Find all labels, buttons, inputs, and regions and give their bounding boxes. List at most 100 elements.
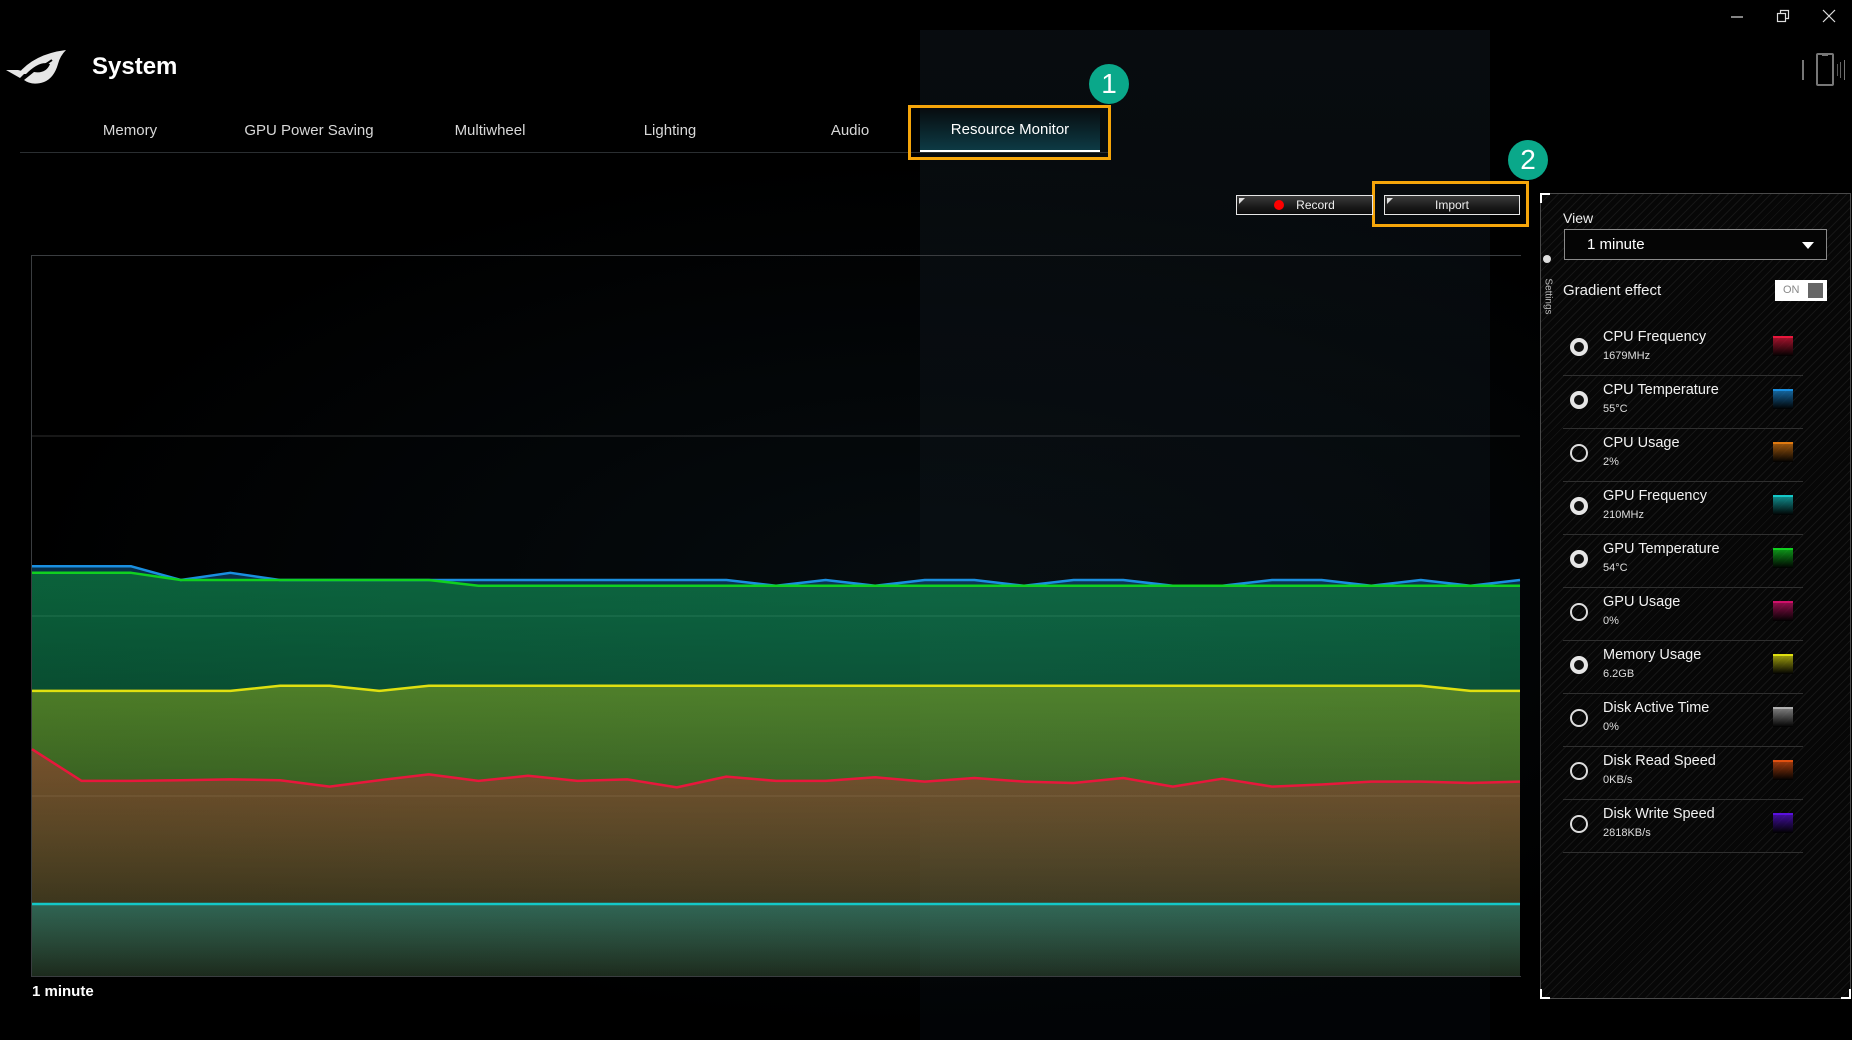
metric-item-cpu-usage[interactable]: CPU Usage 2% (1563, 429, 1803, 482)
metric-item-cpu-temperature[interactable]: CPU Temperature 55°C (1563, 376, 1803, 429)
metric-color-swatch[interactable] (1773, 389, 1793, 409)
panel-corner (1540, 989, 1550, 999)
minimize-icon (1731, 16, 1743, 18)
metric-item-memory-usage[interactable]: Memory Usage 6.2GB (1563, 641, 1803, 694)
tab-label: Resource Monitor (950, 120, 1070, 138)
tab-resource-monitor[interactable]: Resource Monitor (920, 108, 1100, 152)
view-dropdown-value: 1 minute (1587, 236, 1645, 253)
resource-monitor-chart (31, 435, 1521, 976)
app-title: System (92, 53, 178, 80)
metric-color-swatch[interactable] (1773, 707, 1793, 727)
record-button[interactable]: Record (1236, 195, 1373, 215)
tab-label: Multiwheel (454, 121, 526, 139)
toggle-knob (1808, 283, 1823, 298)
chevron-down-icon (1802, 242, 1814, 249)
metric-name: CPU Temperature (1603, 382, 1719, 398)
corner-mark (1387, 198, 1393, 204)
settings-side-tab[interactable]: Settings (1540, 255, 1554, 325)
record-label: Record (1296, 198, 1335, 212)
metric-name: CPU Usage (1603, 435, 1680, 451)
metric-color-swatch[interactable] (1773, 336, 1793, 356)
metric-name: Disk Active Time (1603, 700, 1710, 716)
metric-color-swatch[interactable] (1773, 813, 1793, 833)
metric-radio[interactable] (1570, 497, 1588, 515)
metric-name: CPU Frequency (1603, 329, 1707, 345)
tab-label: Memory (102, 121, 158, 139)
metric-value: 0KB/s (1603, 774, 1633, 786)
import-label: Import (1434, 198, 1469, 212)
callout-number: 1 (1101, 68, 1117, 99)
metric-value: 1679MHz (1603, 350, 1651, 362)
metric-radio[interactable] (1570, 550, 1588, 568)
tab-memory[interactable]: Memory (56, 108, 204, 152)
callout-badge-1: 1 (1089, 64, 1129, 104)
metric-item-cpu-frequency[interactable]: CPU Frequency 1679MHz (1563, 323, 1803, 376)
metric-color-swatch[interactable] (1773, 548, 1793, 568)
toggle-state-label: ON (1783, 284, 1800, 296)
restore-icon (1776, 9, 1790, 23)
phone-device-icon[interactable] (1800, 52, 1852, 88)
metric-value: 2818KB/s (1603, 827, 1651, 839)
callout-number: 2 (1520, 144, 1536, 175)
metric-item-gpu-usage[interactable]: GPU Usage 0% (1563, 588, 1803, 641)
record-dot-icon (1274, 200, 1285, 210)
metric-radio[interactable] (1570, 815, 1588, 833)
metric-radio[interactable] (1570, 391, 1588, 409)
metric-value: 54°C (1603, 562, 1628, 574)
metric-value: 0% (1603, 721, 1619, 733)
metric-color-swatch[interactable] (1773, 654, 1793, 674)
tab-lighting[interactable]: Lighting (590, 108, 750, 152)
metric-value: 2% (1603, 456, 1619, 468)
metric-item-disk-active-time[interactable]: Disk Active Time 0% (1563, 694, 1803, 747)
import-button[interactable]: Import (1384, 195, 1520, 215)
close-icon (1822, 9, 1836, 23)
metric-value: 0% (1603, 615, 1619, 627)
metric-value: 55°C (1603, 403, 1628, 415)
metric-radio[interactable] (1570, 444, 1588, 462)
tab-label: GPU Power Saving (244, 121, 374, 139)
settings-tab-label: Settings (1542, 278, 1554, 315)
metric-value: 6.2GB (1603, 668, 1635, 680)
metric-item-gpu-temperature[interactable]: GPU Temperature 54°C (1563, 535, 1803, 588)
metric-radio[interactable] (1570, 656, 1588, 674)
tab-label: Lighting (643, 121, 697, 139)
area-gpu-frequency (32, 904, 1520, 976)
metric-color-swatch[interactable] (1773, 442, 1793, 462)
metric-item-disk-read-speed[interactable]: Disk Read Speed 0KB/s (1563, 747, 1803, 800)
metric-name: GPU Usage (1603, 594, 1681, 610)
metric-item-gpu-frequency[interactable]: GPU Frequency 210MHz (1563, 482, 1803, 535)
panel-corner (1540, 193, 1550, 203)
tab-gpu-power-saving[interactable]: GPU Power Saving (220, 108, 398, 152)
metric-radio[interactable] (1570, 762, 1588, 780)
corner-mark (1239, 198, 1245, 204)
panel-corner (1841, 989, 1851, 999)
close-button[interactable] (1809, 6, 1849, 26)
settings-tab-dot-icon (1543, 255, 1551, 263)
rog-logo (4, 48, 70, 88)
metric-radio[interactable] (1570, 709, 1588, 727)
metric-value: 210MHz (1603, 509, 1644, 521)
tab-audio[interactable]: Audio (770, 108, 930, 152)
metric-name: GPU Temperature (1603, 541, 1720, 557)
tab-label: Audio (830, 121, 870, 139)
metric-name: Disk Read Speed (1603, 753, 1716, 769)
tab-multiwheel[interactable]: Multiwheel (410, 108, 570, 152)
metric-item-disk-write-speed[interactable]: Disk Write Speed 2818KB/s (1563, 800, 1803, 853)
metric-color-swatch[interactable] (1773, 495, 1793, 515)
gradient-effect-toggle[interactable]: ON (1775, 280, 1827, 301)
metric-radio[interactable] (1570, 603, 1588, 621)
minimize-button[interactable] (1717, 6, 1757, 26)
chart-time-range-label: 1 minute (32, 983, 94, 1000)
view-dropdown[interactable]: 1 minute (1564, 229, 1827, 260)
metric-name: Disk Write Speed (1603, 806, 1715, 822)
view-label: View (1563, 210, 1594, 226)
metric-name: Memory Usage (1603, 647, 1702, 663)
metric-color-swatch[interactable] (1773, 760, 1793, 780)
callout-badge-2: 2 (1508, 140, 1548, 180)
restore-button[interactable] (1763, 6, 1803, 26)
tab-bar: Memory GPU Power Saving Multiwheel Light… (20, 108, 1110, 153)
gradient-effect-label: Gradient effect (1563, 282, 1662, 299)
metric-name: GPU Frequency (1603, 488, 1707, 504)
metric-radio[interactable] (1570, 338, 1588, 356)
metric-color-swatch[interactable] (1773, 601, 1793, 621)
